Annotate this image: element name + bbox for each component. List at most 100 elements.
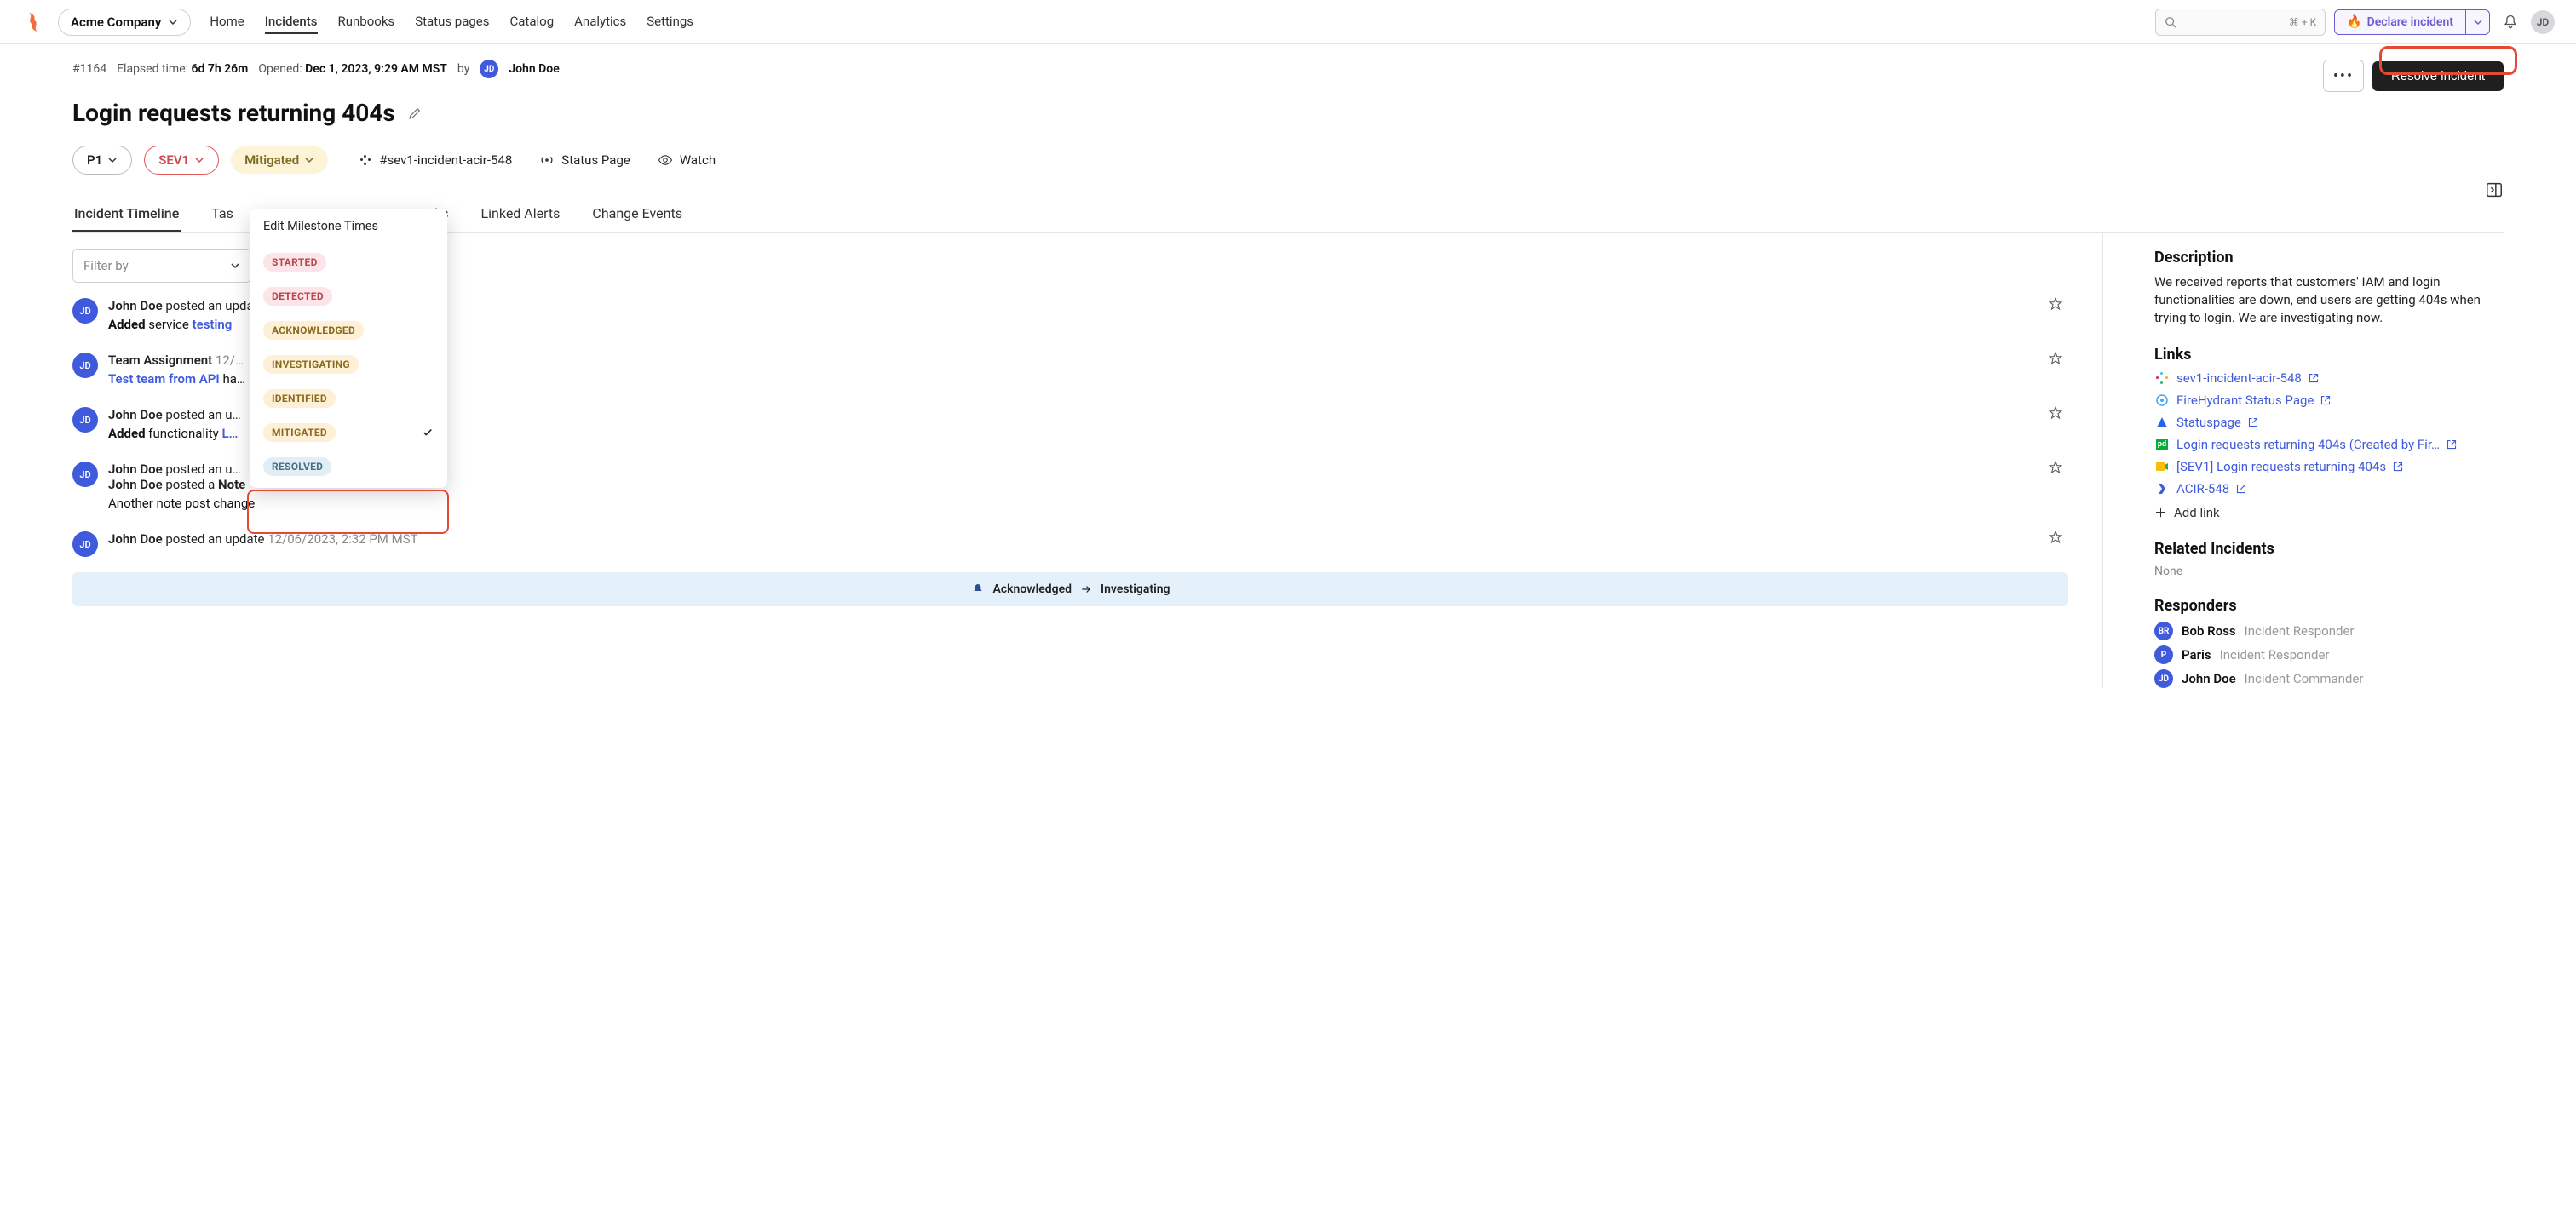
panel-right-icon [2485, 181, 2504, 199]
pd-icon: pd [2154, 437, 2170, 452]
filter-by-input[interactable]: Filter by [72, 249, 251, 283]
description-title: Description [2154, 249, 2504, 267]
logo [21, 10, 45, 34]
tab-linked-alerts[interactable]: Linked Alerts [480, 197, 562, 232]
tab-incident-timeline[interactable]: Incident Timeline [72, 197, 181, 232]
nav-catalog[interactable]: Catalog [510, 10, 555, 34]
milestone-option-mitigated[interactable]: MITIGATED [250, 415, 447, 449]
elapsed-group: Elapsed time: 6d 7h 26m [117, 62, 248, 76]
responder-row: JDJohn DoeIncident Commander [2154, 669, 2504, 688]
more-actions-button[interactable]: ••• [2323, 60, 2364, 92]
responder-avatar: JD [2154, 669, 2173, 688]
entry-avatar: JD [72, 462, 98, 487]
status-page-link[interactable]: Status Page [539, 152, 630, 168]
side-panel-toggle[interactable] [2485, 181, 2504, 199]
milestone-badge: RESOLVED [263, 457, 331, 476]
author-avatar: JD [480, 60, 498, 78]
check-icon [422, 427, 434, 439]
nav-settings[interactable]: Settings [647, 10, 693, 34]
severity-pill[interactable]: SEV1 [144, 146, 219, 175]
nav-home[interactable]: Home [210, 10, 244, 34]
milestone-option-identified[interactable]: IDENTIFIED [250, 381, 447, 415]
notifications-button[interactable] [2502, 14, 2519, 31]
responders-title: Responders [2154, 597, 2504, 615]
status-pill[interactable]: Mitigated [231, 146, 328, 174]
company-dropdown[interactable]: Acme Company [58, 9, 191, 36]
milestone-option-investigating[interactable]: INVESTIGATING [250, 347, 447, 381]
milestone-option-acknowledged[interactable]: ACKNOWLEDGED [250, 313, 447, 347]
fh-icon [2154, 393, 2170, 408]
external-link[interactable]: pdLogin requests returning 404s (Created… [2154, 437, 2504, 452]
milestone-option-detected[interactable]: DETECTED [250, 278, 447, 313]
chips-row: P1 SEV1 Mitigated #sev1-incident-acir-54… [72, 146, 2504, 175]
page: ••• Resolve incident #1164 Elapsed time:… [0, 44, 2576, 722]
chevron-down-icon [221, 261, 240, 271]
external-link[interactable]: Statuspage [2154, 415, 2504, 430]
nav-analytics[interactable]: Analytics [574, 10, 626, 34]
external-link[interactable]: sev1-incident-acir-548 [2154, 370, 2504, 386]
star-button[interactable] [2048, 530, 2063, 545]
star-button[interactable] [2048, 460, 2063, 475]
responder-role: Incident Responder [2245, 623, 2355, 639]
responders-list: BRBob RossIncident ResponderPParisIncide… [2154, 622, 2504, 688]
star-button[interactable] [2048, 351, 2063, 366]
entry-avatar: JD [72, 407, 98, 433]
responder-avatar: BR [2154, 622, 2173, 640]
external-link[interactable]: FireHydrant Status Page [2154, 393, 2504, 408]
milestone-badge: IDENTIFIED [263, 389, 336, 408]
meet-icon [2154, 459, 2170, 474]
filter-placeholder: Filter by [83, 258, 129, 273]
bell-icon [2502, 14, 2519, 31]
watch-button[interactable]: Watch [658, 152, 716, 168]
edit-milestone-times[interactable]: Edit Milestone Times [250, 209, 447, 244]
resolve-incident-button[interactable]: Resolve incident [2372, 61, 2504, 91]
milestone-badge: ACKNOWLEDGED [263, 321, 364, 340]
related-incidents-none: None [2154, 565, 2504, 578]
responder-name: Bob Ross [2182, 623, 2236, 639]
star-button[interactable] [2048, 296, 2063, 312]
priority-pill[interactable]: P1 [72, 146, 132, 175]
declare-incident-button[interactable]: 🔥 Declare incident [2334, 9, 2466, 35]
add-link-button[interactable]: ＋ Add link [2154, 503, 2504, 521]
search-input[interactable]: ⌘ + K [2155, 9, 2326, 36]
status-change-bar: AcknowledgedInvestigating [72, 572, 2068, 606]
milestone-option-resolved[interactable]: RESOLVED [250, 449, 447, 483]
timeline-entry: JDJohn Doe posted an update 12/06/2023, … [72, 521, 2068, 567]
star-button[interactable] [2048, 405, 2063, 421]
details-column: Description We received reports that cus… [2154, 233, 2504, 688]
tab-tasks[interactable]: Tas [210, 197, 233, 232]
declare-incident-label: Declare incident [2367, 15, 2453, 29]
nav-status-pages[interactable]: Status pages [415, 10, 489, 34]
topbar: Acme Company Home Incidents Runbooks Status… [0, 0, 2576, 44]
external-link[interactable]: ACIR-548 [2154, 481, 2504, 496]
responder-name: John Doe [2182, 671, 2236, 686]
edit-title-button[interactable] [407, 106, 423, 121]
milestone-option-started[interactable]: STARTED [250, 244, 447, 278]
links-title: Links [2154, 346, 2504, 364]
tab-change-events[interactable]: Change Events [590, 197, 684, 232]
search-shortcut: ⌘ + K [2289, 16, 2316, 28]
external-link-icon [2320, 395, 2331, 405]
incident-meta: #1164 Elapsed time: 6d 7h 26m Opened: De… [72, 60, 2504, 78]
external-link[interactable]: [SEV1] Login requests returning 404s [2154, 459, 2504, 474]
responder-role: Incident Responder [2220, 647, 2330, 662]
nav-links: Home Incidents Runbooks Status pages Catalog… [210, 10, 693, 34]
entry-avatar: JD [72, 353, 98, 378]
chevron-down-icon [107, 155, 118, 165]
search-icon [2165, 16, 2176, 28]
incident-title: Login requests returning 404s [72, 99, 395, 127]
alert-bell-icon [971, 582, 985, 596]
nav-incidents[interactable]: Incidents [265, 10, 318, 34]
entry-avatar: JD [72, 531, 98, 557]
user-avatar[interactable]: JD [2531, 10, 2555, 34]
arrow-right-icon [1080, 583, 1092, 595]
milestone-badge: STARTED [263, 253, 326, 272]
pencil-icon [407, 106, 423, 121]
incident-title-row: Login requests returning 404s [72, 99, 2504, 127]
external-link-icon [2447, 439, 2457, 450]
declare-incident-caret[interactable] [2466, 9, 2490, 35]
slack-channel-link[interactable]: #sev1-incident-acir-548 [359, 152, 512, 168]
nav-runbooks[interactable]: Runbooks [338, 10, 395, 34]
slack-icon [359, 153, 372, 167]
responder-name: Paris [2182, 647, 2211, 662]
